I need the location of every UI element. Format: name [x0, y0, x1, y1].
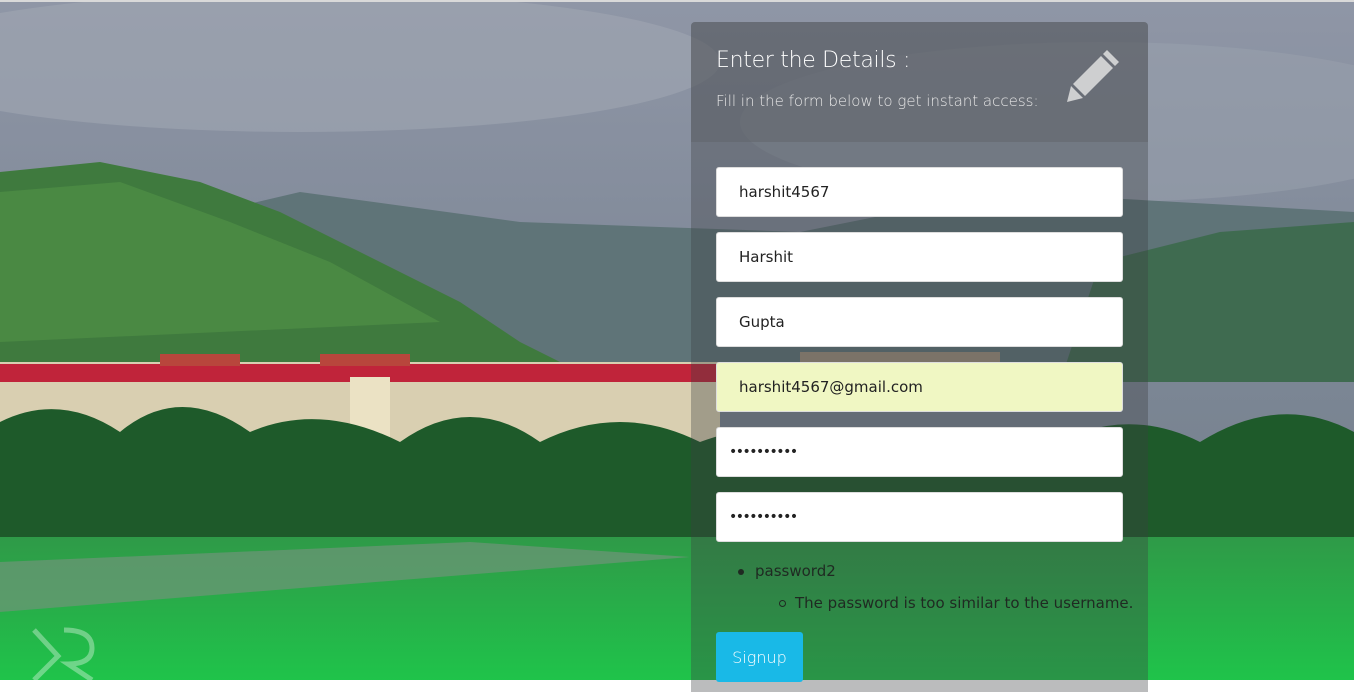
form-header: Enter the Details : Fill in the form bel…	[691, 22, 1148, 142]
signup-button[interactable]: Signup	[716, 632, 803, 682]
error-field-name: password2	[729, 562, 1133, 580]
watermark-logo	[32, 627, 95, 680]
pencil-icon	[1067, 50, 1119, 102]
form-body: harshit4567 Harshit Gupta harshit4567@gm…	[691, 142, 1148, 692]
background-photo	[0, 0, 1354, 680]
password-input[interactable]: ••••••••••	[716, 427, 1123, 477]
form-title: Enter the Details :	[716, 48, 911, 73]
first-name-input[interactable]: Harshit	[716, 232, 1123, 282]
campus-landscape-image	[0, 2, 1354, 680]
username-input[interactable]: harshit4567	[716, 167, 1123, 217]
error-message: The password is too similar to the usern…	[729, 594, 1133, 612]
email-input[interactable]: harshit4567@gmail.com	[716, 362, 1123, 412]
error-list: password2 The password is too similar to…	[729, 562, 1133, 612]
signup-form-panel: Enter the Details : Fill in the form bel…	[691, 22, 1148, 692]
last-name-input[interactable]: Gupta	[716, 297, 1123, 347]
password-confirm-input[interactable]: ••••••••••	[716, 492, 1123, 542]
form-subtitle: Fill in the form below to get instant ac…	[716, 92, 1039, 110]
